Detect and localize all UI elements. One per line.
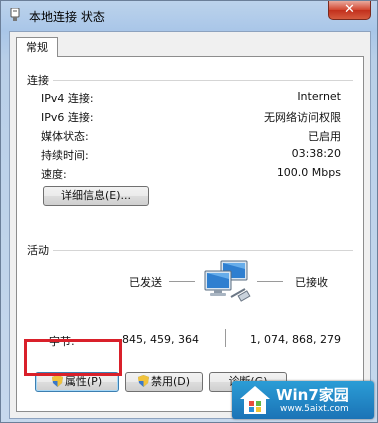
media-state-value: 已启用 <box>308 130 341 143</box>
tab-general[interactable]: 常规 <box>16 37 58 57</box>
speed-label: 速度: <box>41 168 67 181</box>
properties-button-label: 属性(P) <box>64 375 103 388</box>
connection-divider <box>53 80 353 81</box>
activity-vertical-divider <box>225 329 226 347</box>
sent-bytes-value: 845, 459, 364 <box>122 333 199 346</box>
received-label: 已接收 <box>295 276 328 289</box>
sent-line <box>169 281 195 282</box>
tab-general-label: 常规 <box>26 41 48 54</box>
connection-group-label: 连接 <box>27 74 49 87</box>
activity-group-label: 活动 <box>27 244 49 257</box>
house-logo-icon <box>240 386 270 414</box>
uac-shield-icon <box>137 375 149 387</box>
network-computers-icon <box>204 260 251 302</box>
ipv6-label: IPv6 连接: <box>41 111 94 124</box>
details-button[interactable]: 详细信息(E)... <box>43 186 149 206</box>
watermark-url: www.5aixt.com <box>280 404 349 414</box>
activity-divider <box>53 250 353 251</box>
disable-button[interactable]: 禁用(D) <box>125 372 203 392</box>
network-adapter-icon <box>10 8 20 21</box>
ipv4-label: IPv4 连接: <box>41 92 94 105</box>
ipv4-value: Internet <box>297 90 341 103</box>
disable-button-label: 禁用(D) <box>150 375 191 388</box>
close-icon: ✕ <box>344 2 355 17</box>
received-bytes-value: 1, 074, 868, 279 <box>250 333 341 346</box>
duration-value: 03:38:20 <box>291 147 341 160</box>
duration-label: 持续时间: <box>41 149 89 162</box>
media-state-label: 媒体状态: <box>41 130 89 143</box>
properties-highlight-box <box>24 339 122 376</box>
received-line <box>257 281 283 282</box>
ipv6-value: 无网络访问权限 <box>264 111 341 124</box>
close-button[interactable]: ✕ <box>328 1 371 20</box>
window-title: 本地连接 状态 <box>29 10 105 24</box>
win7-watermark: Win7家园 www.5aixt.com <box>232 381 374 419</box>
uac-shield-icon <box>51 375 63 387</box>
sent-label: 已发送 <box>129 276 162 289</box>
speed-value: 100.0 Mbps <box>276 166 341 179</box>
title-bar[interactable]: 本地连接 状态 ✕ <box>1 1 377 29</box>
watermark-brand: Win7家园 <box>276 386 349 404</box>
